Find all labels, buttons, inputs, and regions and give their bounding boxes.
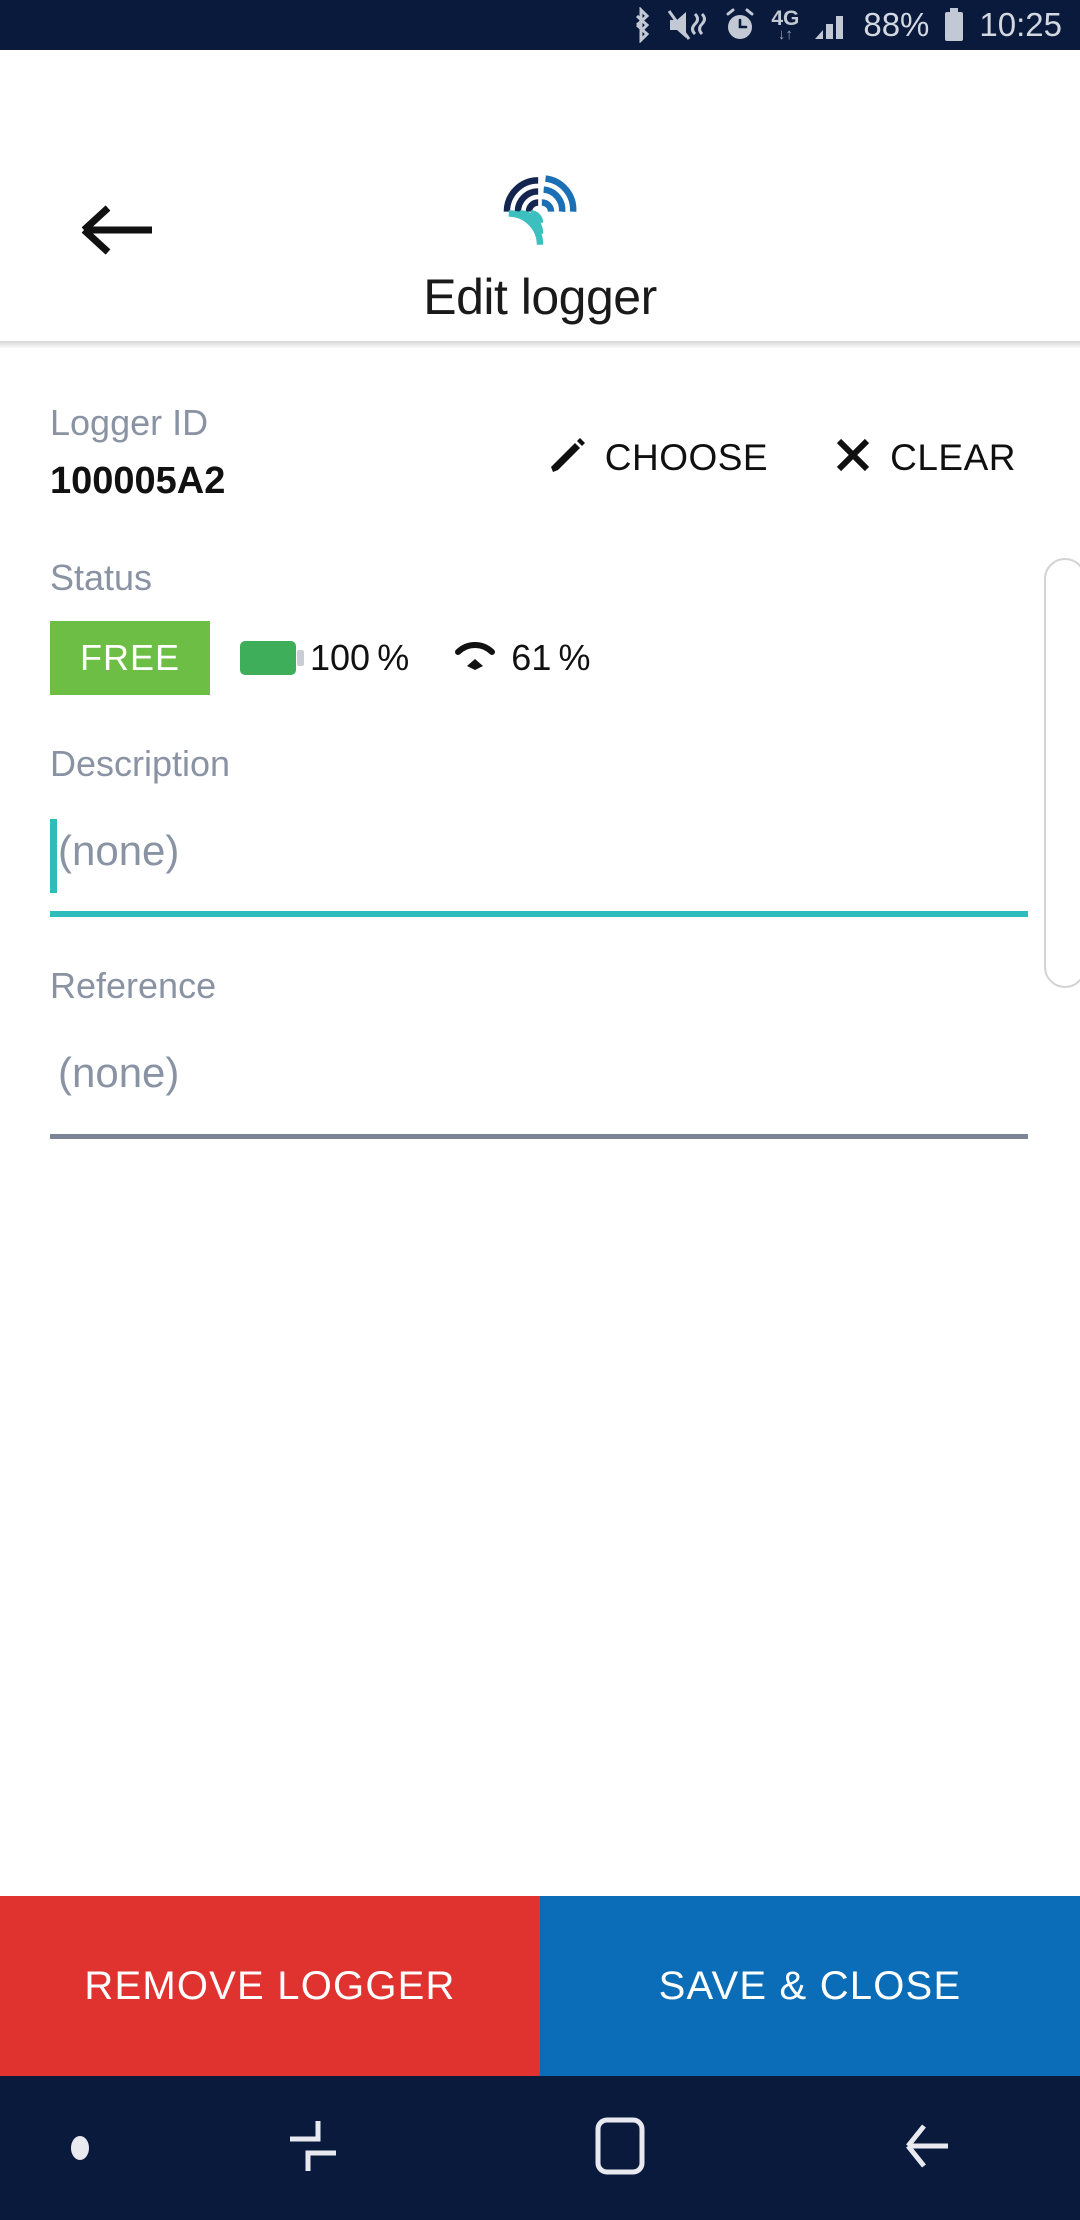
battery-level-icon <box>240 641 305 675</box>
status-bar: 4G ↓↑ 88% 10:25 <box>0 0 1080 50</box>
save-and-close-button[interactable]: SAVE & CLOSE <box>540 1896 1080 2076</box>
android-nav-bar <box>0 2076 1080 2220</box>
signal-bars-icon <box>812 8 850 42</box>
reference-input[interactable]: (none) <box>50 1043 1030 1139</box>
reference-label: Reference <box>50 965 217 1006</box>
description-input[interactable]: (none) <box>50 819 1030 917</box>
notification-dot-icon <box>0 2076 160 2220</box>
description-label: Description <box>50 743 231 784</box>
remove-logger-button[interactable]: REMOVE LOGGER <box>0 1896 540 2076</box>
logger-id-label: Logger ID <box>50 402 209 443</box>
form-content: Logger ID 100005A2 CHOOSE CLEAR Status F… <box>0 348 1080 1896</box>
status-badge: FREE <box>50 621 211 695</box>
page-title: Edit logger <box>423 269 657 325</box>
logger-id-section: Logger ID 100005A2 CHOOSE CLEAR <box>50 402 1030 503</box>
battery-value: 100 % <box>310 637 410 678</box>
logger-id-value: 100005A2 <box>50 460 226 502</box>
reference-value: (none) <box>58 1049 180 1096</box>
alarm-icon <box>722 7 758 43</box>
bottom-action-bar: REMOVE LOGGER SAVE & CLOSE <box>0 1896 1080 2076</box>
close-x-icon <box>832 434 874 481</box>
signal-metric: 61 % <box>453 637 591 679</box>
clock-label: 10:25 <box>979 6 1062 43</box>
nav-back-button[interactable] <box>773 2076 1080 2220</box>
nav-back-icon <box>898 2117 956 2180</box>
status-label: Status <box>50 557 153 598</box>
home-button[interactable] <box>467 2076 774 2220</box>
description-section: Description (none) <box>50 743 1030 917</box>
home-icon <box>593 2115 647 2182</box>
scrollbar[interactable] <box>1044 558 1080 988</box>
network-activity-arrows: ↓↑ <box>777 26 793 43</box>
recents-icon <box>284 2115 342 2182</box>
battery-icon <box>942 7 966 43</box>
mute-vibrate-icon <box>667 8 709 42</box>
battery-percent-label: 88% <box>863 6 930 43</box>
reference-section: Reference (none) <box>50 965 1030 1139</box>
reference-underline <box>50 1134 1028 1139</box>
clear-label: CLEAR <box>890 436 1016 478</box>
back-button[interactable] <box>78 202 156 258</box>
recents-button[interactable] <box>160 2076 467 2220</box>
clear-button[interactable]: CLEAR <box>832 434 1016 481</box>
app-logo-icon <box>494 162 586 254</box>
description-underline <box>50 911 1028 917</box>
description-value: (none) <box>58 827 180 874</box>
bluetooth-icon <box>630 7 654 43</box>
wifi-signal-icon <box>453 639 497 678</box>
choose-button[interactable]: CHOOSE <box>547 434 768 481</box>
battery-metric: 100 % <box>240 637 409 679</box>
choose-label: CHOOSE <box>604 436 769 478</box>
signal-value: 61 % <box>511 637 591 678</box>
pencil-icon <box>547 434 589 481</box>
text-caret <box>50 819 57 893</box>
network-type-indicator: 4G ↓↑ <box>771 8 799 42</box>
app-bar: Edit logger <box>0 50 1080 349</box>
status-section: Status FREE 100 % 61 % <box>50 557 1030 695</box>
